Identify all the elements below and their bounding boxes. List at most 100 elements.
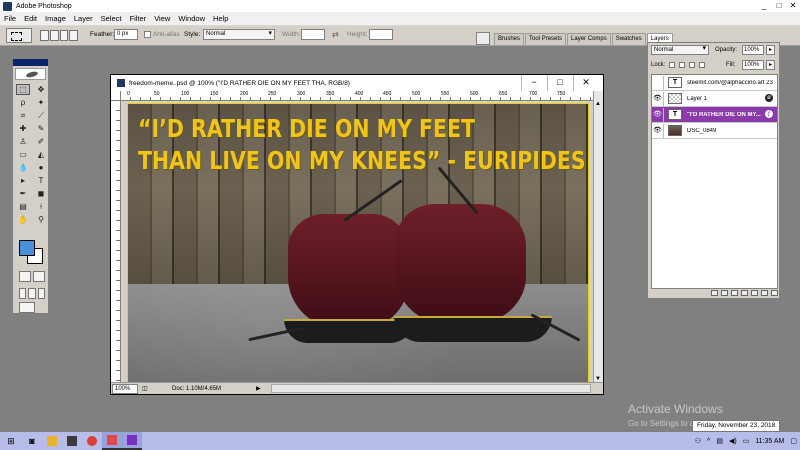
- delete-layer-icon[interactable]: [771, 290, 778, 296]
- imageready-icon[interactable]: [19, 302, 35, 313]
- menu-select[interactable]: Select: [97, 14, 126, 23]
- layer-row[interactable]: T steemit.com/@alphaccino.art 23: [652, 75, 777, 91]
- notifications-icon[interactable]: ▢: [790, 437, 797, 445]
- layer-effects-icon[interactable]: ø: [765, 94, 773, 102]
- layer-style-icon[interactable]: ƒ: [765, 110, 773, 118]
- fill-input[interactable]: 100%: [742, 60, 764, 70]
- vertical-scrollbar[interactable]: [593, 91, 603, 382]
- close-button[interactable]: ✕: [787, 0, 799, 12]
- style-select[interactable]: Normal: [203, 29, 275, 40]
- taskbar-app-icon[interactable]: [122, 432, 142, 450]
- add-mask-icon[interactable]: [731, 290, 738, 296]
- adjustment-layer-icon[interactable]: [741, 290, 748, 296]
- standard-screen-icon[interactable]: [19, 288, 27, 299]
- shape-tool-icon[interactable]: ◼: [34, 188, 48, 199]
- camera-app-icon[interactable]: ◙: [22, 432, 42, 450]
- document-maximize-button[interactable]: □: [547, 75, 572, 91]
- lock-pixels-icon[interactable]: [679, 62, 685, 68]
- fill-slider-button[interactable]: ▸: [766, 60, 775, 70]
- swap-icon[interactable]: ⇄: [332, 30, 339, 39]
- blend-mode-select[interactable]: Normal: [651, 45, 709, 55]
- adobe-online-icon[interactable]: [15, 68, 46, 80]
- foreground-color-swatch[interactable]: [19, 240, 35, 256]
- pen-tool-icon[interactable]: ✒: [16, 188, 30, 199]
- image-canvas[interactable]: “I’D RATHER DIE ON MY FEET THAN LIVE ON …: [127, 103, 589, 383]
- notes-tool-icon[interactable]: ▤: [16, 201, 30, 212]
- new-layer-icon[interactable]: [761, 290, 768, 296]
- layer-row[interactable]: 👁 DSC_0849: [652, 123, 777, 139]
- minimize-button[interactable]: _: [758, 0, 770, 12]
- magic-wand-icon[interactable]: ✦: [34, 97, 48, 108]
- network-icon[interactable]: ▤: [716, 437, 723, 445]
- slice-tool-icon[interactable]: ⟋: [34, 110, 48, 121]
- hand-tool-icon[interactable]: ✋: [16, 214, 30, 225]
- eraser-tool-icon[interactable]: ▭: [16, 149, 30, 160]
- horizontal-scrollbar[interactable]: [271, 384, 591, 393]
- volume-icon[interactable]: ◀): [729, 437, 737, 445]
- tab-tool-presets[interactable]: Tool Presets: [525, 33, 567, 45]
- eyedropper-icon[interactable]: ⟊: [34, 201, 48, 212]
- keyboard-icon[interactable]: ▭: [743, 437, 750, 445]
- layer-style-icon[interactable]: [721, 290, 728, 296]
- healing-brush-icon[interactable]: ✚: [16, 123, 30, 134]
- vertical-ruler[interactable]: [111, 101, 121, 382]
- intersect-selection-icon[interactable]: [69, 30, 78, 41]
- zoom-tool-icon[interactable]: ⚲: [34, 214, 48, 225]
- opacity-slider-button[interactable]: ▸: [766, 45, 775, 55]
- brush-tool-icon[interactable]: ✎: [34, 123, 48, 134]
- menu-file[interactable]: File: [0, 14, 20, 23]
- toolbox-header[interactable]: [13, 59, 48, 66]
- eye-icon[interactable]: 👁: [652, 107, 664, 122]
- app-icon[interactable]: [62, 432, 82, 450]
- quick-mask-icon[interactable]: [33, 271, 45, 282]
- new-group-icon[interactable]: [751, 290, 758, 296]
- maximize-button[interactable]: □: [773, 0, 785, 12]
- path-selection-icon[interactable]: ▸: [16, 175, 30, 186]
- standard-mode-icon[interactable]: [19, 271, 31, 282]
- menu-window[interactable]: Window: [174, 14, 209, 23]
- opacity-input[interactable]: 100%: [742, 45, 764, 55]
- menu-filter[interactable]: Filter: [126, 14, 151, 23]
- lock-position-icon[interactable]: [689, 62, 695, 68]
- full-screen-icon[interactable]: [37, 288, 45, 299]
- windows-start-icon[interactable]: ⊞: [0, 432, 22, 450]
- ruler-origin[interactable]: [111, 91, 121, 101]
- antialias-checkbox[interactable]: [144, 31, 151, 38]
- eye-icon[interactable]: 👁: [652, 91, 664, 106]
- crop-tool-icon[interactable]: ⌗: [16, 110, 30, 121]
- layer-row-selected[interactable]: 👁 T "I'D RATHER DIE ON MY... ƒ: [652, 107, 777, 123]
- zoom-icon[interactable]: ◫: [142, 385, 152, 392]
- file-explorer-icon[interactable]: [42, 432, 62, 450]
- document-close-button[interactable]: ✕: [573, 75, 598, 91]
- tray-overflow-icon[interactable]: ^: [707, 438, 710, 445]
- height-input[interactable]: [369, 29, 393, 40]
- menu-layer[interactable]: Layer: [70, 14, 97, 23]
- menu-image[interactable]: Image: [41, 14, 70, 23]
- zoom-field[interactable]: 100%: [112, 383, 138, 394]
- add-selection-icon[interactable]: [49, 30, 59, 41]
- subtract-selection-icon[interactable]: [59, 30, 69, 41]
- lasso-tool-icon[interactable]: ρ: [16, 97, 30, 108]
- feather-input[interactable]: 0 px: [114, 29, 138, 40]
- document-title-bar[interactable]: freedom-meme..psd @ 100% ("I'D RATHER DI…: [111, 75, 603, 91]
- eye-icon[interactable]: 👁: [652, 123, 664, 138]
- people-icon[interactable]: ⚇: [695, 437, 701, 445]
- width-input[interactable]: [301, 29, 325, 40]
- clock[interactable]: 11:35 AM: [755, 438, 784, 445]
- tab-swatches[interactable]: Swatches: [611, 33, 646, 45]
- blur-tool-icon[interactable]: 💧: [16, 162, 30, 173]
- tab-layer-comps[interactable]: Layer Comps: [567, 33, 611, 45]
- menu-help[interactable]: Help: [209, 14, 232, 23]
- paint-bucket-icon[interactable]: ◭: [34, 149, 48, 160]
- tab-brushes[interactable]: Brushes: [494, 33, 525, 45]
- type-tool-icon[interactable]: T: [34, 175, 48, 186]
- clone-stamp-icon[interactable]: ♙: [16, 136, 30, 147]
- visibility-toggle[interactable]: [652, 75, 664, 90]
- imageready-button[interactable]: [19, 302, 35, 313]
- document-minimize-button[interactable]: −: [521, 75, 546, 91]
- new-selection-icon[interactable]: [40, 30, 49, 41]
- history-brush-icon[interactable]: ✐: [34, 136, 48, 147]
- taskbar-app-icon[interactable]: [102, 432, 122, 450]
- lock-transparency-icon[interactable]: [669, 62, 675, 68]
- dodge-tool-icon[interactable]: ●: [34, 162, 48, 173]
